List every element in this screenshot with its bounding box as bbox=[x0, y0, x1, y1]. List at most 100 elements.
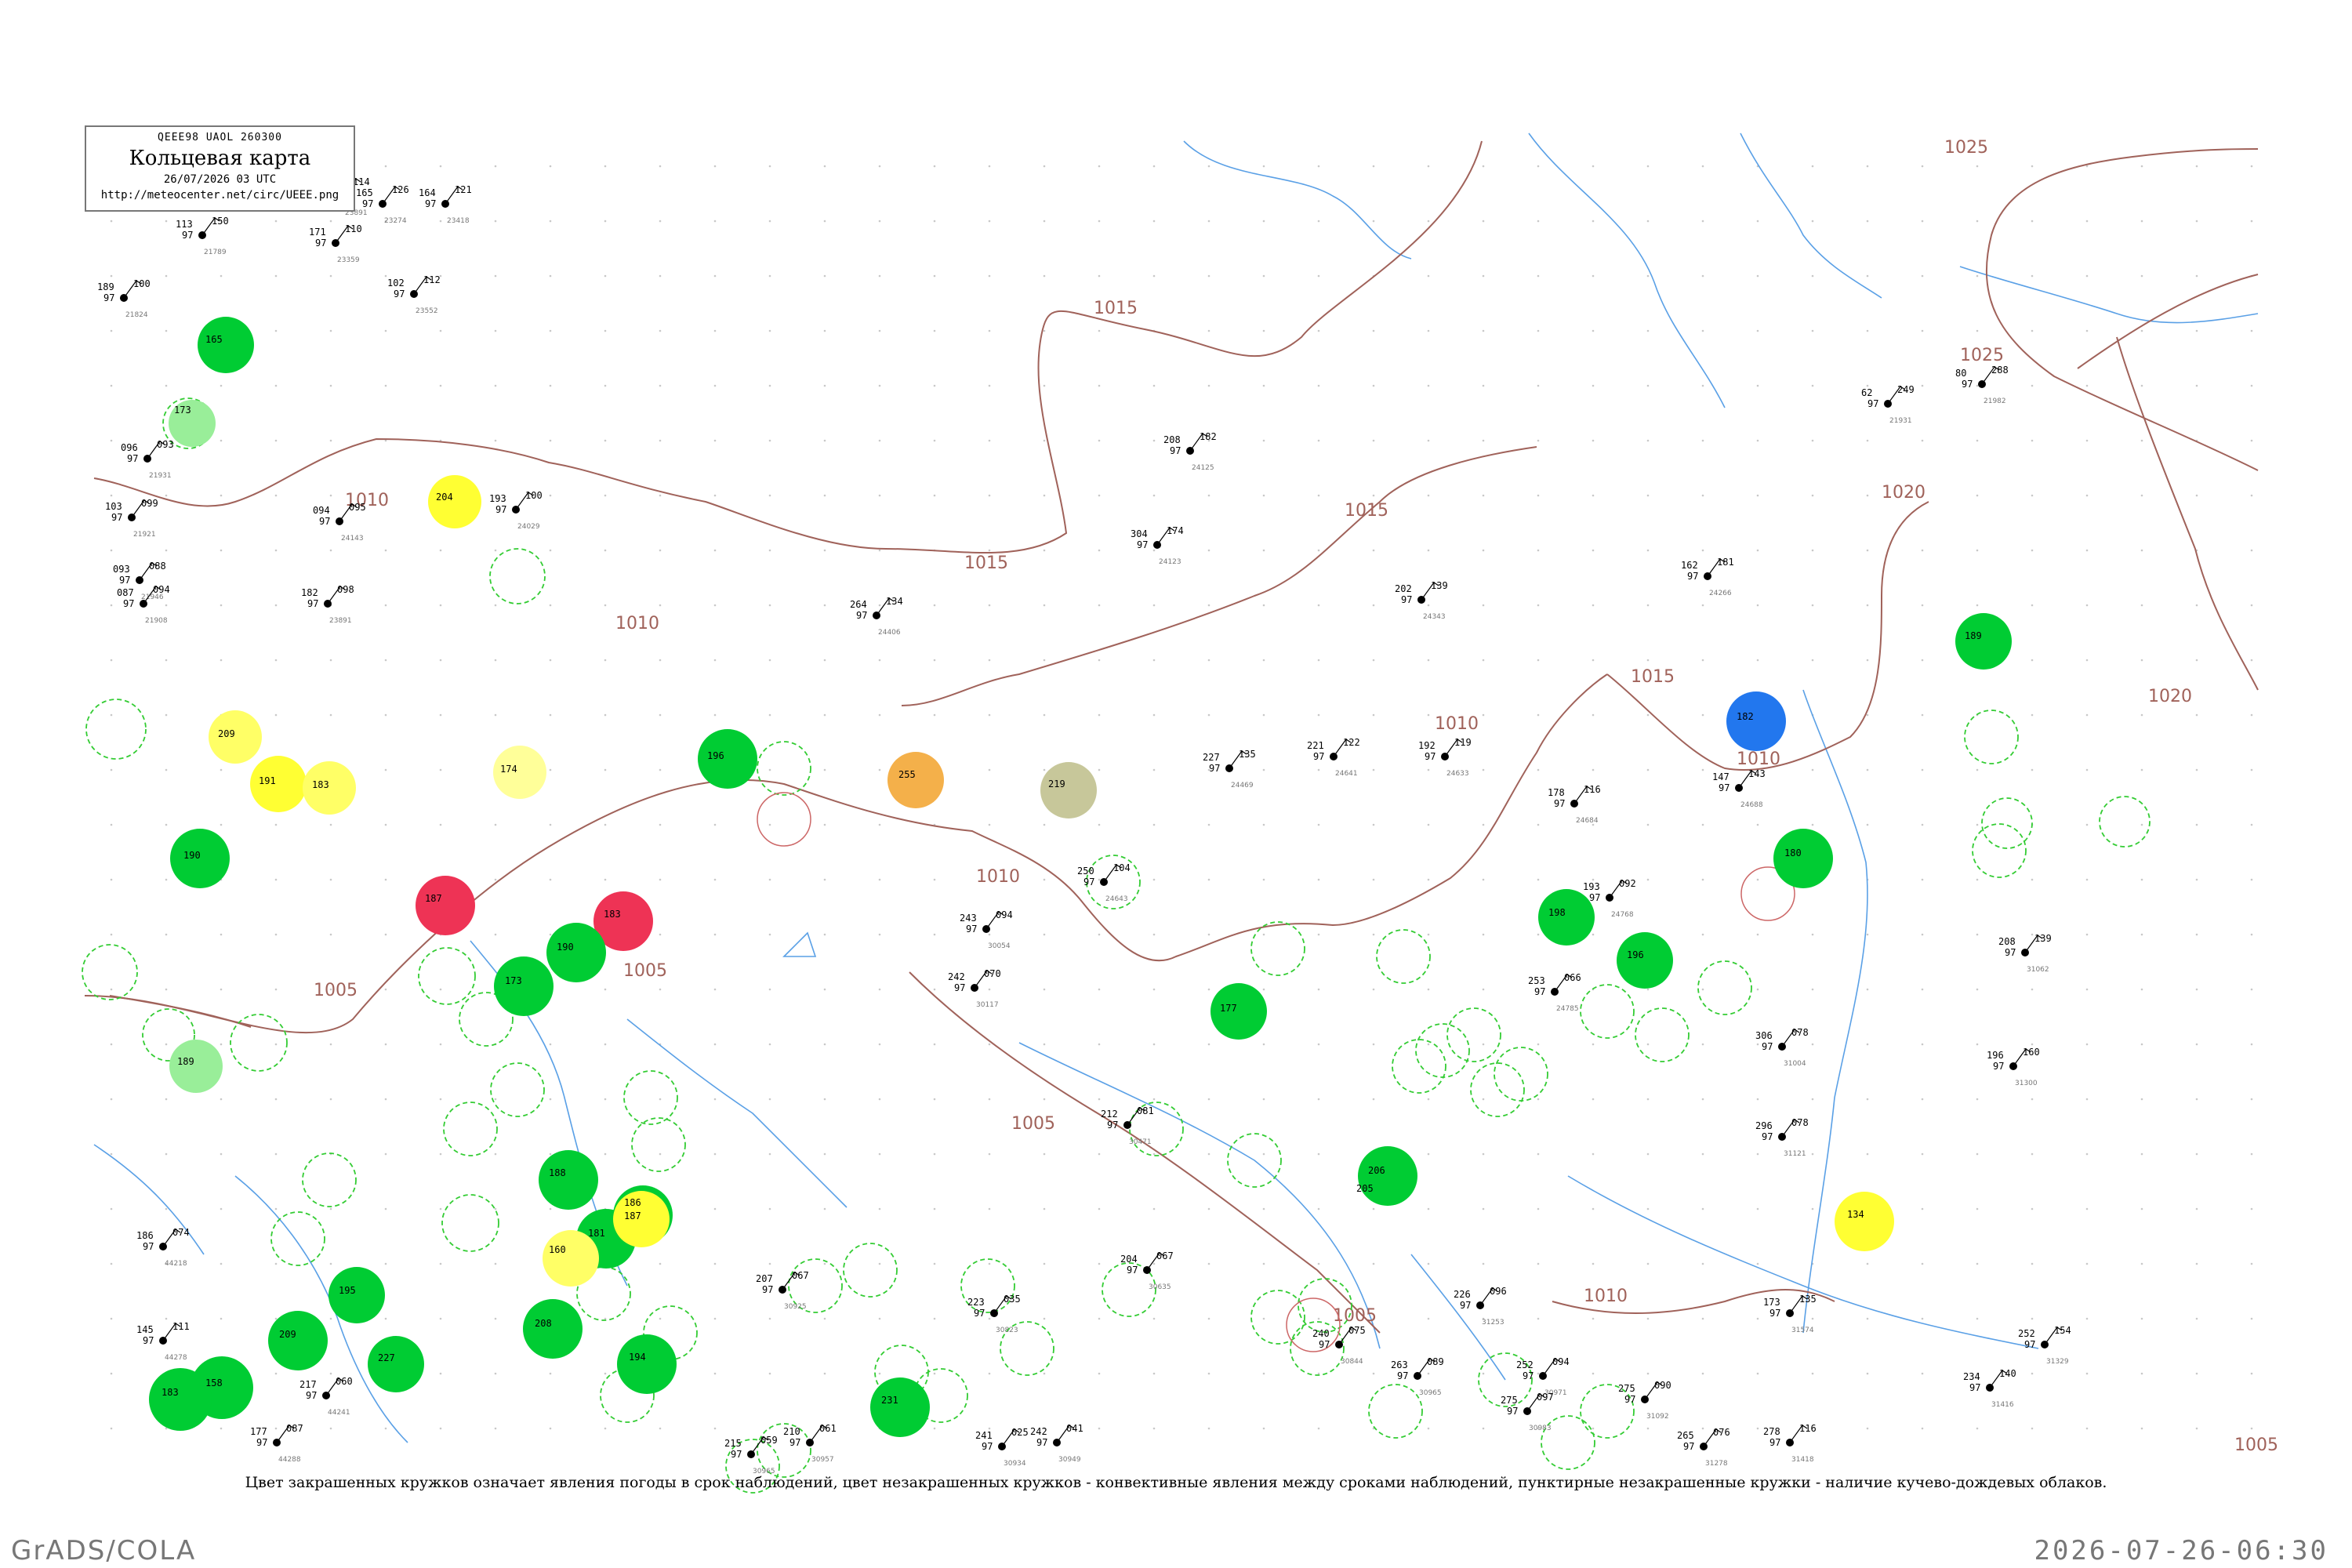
station-pressure: 094 bbox=[996, 909, 1013, 920]
station-dew: 97 bbox=[306, 1390, 317, 1401]
station-temp: 171 bbox=[309, 227, 326, 238]
marker bbox=[887, 752, 944, 808]
station-temp: 223 bbox=[967, 1297, 985, 1308]
station-temp: 264 bbox=[850, 599, 867, 610]
station-temp: 186 bbox=[136, 1230, 154, 1241]
station-pressure: 097 bbox=[1537, 1392, 1554, 1403]
station-dew: 97 bbox=[123, 598, 134, 609]
station-dew: 97 bbox=[1170, 445, 1181, 456]
marker bbox=[1835, 1192, 1894, 1251]
station-pressure: 114 bbox=[353, 176, 370, 187]
marker bbox=[1773, 829, 1833, 888]
station-index: 30934 bbox=[1004, 1460, 1026, 1468]
station-pressure: 090 bbox=[1654, 1380, 1671, 1391]
svg-text:194: 194 bbox=[629, 1352, 646, 1363]
svg-text:1020: 1020 bbox=[2148, 687, 2192, 706]
station-pressure: 059 bbox=[760, 1435, 778, 1446]
station-dew: 97 bbox=[1683, 1441, 1694, 1452]
station-dew: 97 bbox=[1036, 1437, 1047, 1448]
station-temp: 087 bbox=[117, 587, 134, 598]
station-pressure: 067 bbox=[1156, 1250, 1174, 1261]
station-index: 31121 bbox=[1784, 1150, 1806, 1158]
station-temp: 196 bbox=[1987, 1050, 2004, 1061]
station-dew: 97 bbox=[954, 982, 965, 993]
station-pressure: 111 bbox=[172, 1321, 190, 1332]
station-dew: 97 bbox=[1687, 571, 1698, 582]
station-temp: 263 bbox=[1391, 1359, 1408, 1370]
marker bbox=[546, 923, 606, 982]
station-pressure: 150 bbox=[212, 216, 229, 227]
station-temp: 275 bbox=[1501, 1395, 1518, 1406]
svg-text:160: 160 bbox=[549, 1244, 566, 1255]
map-title-box: QEEE98 UAOL 260300 Кольцевая карта 26/07… bbox=[85, 125, 355, 212]
station-dew: 97 bbox=[1719, 782, 1730, 793]
station-dew: 97 bbox=[1137, 539, 1148, 550]
station-index: 21908 bbox=[145, 617, 168, 625]
station-index: 24768 bbox=[1611, 911, 1634, 919]
station-pressure: 160 bbox=[2023, 1047, 2040, 1058]
station-pressure: 092 bbox=[1619, 878, 1636, 889]
station-temp: 80 bbox=[1955, 368, 1966, 379]
station-pressure: 089 bbox=[1427, 1356, 1444, 1367]
station-index: 31574 bbox=[1791, 1327, 1814, 1334]
station-temp: 210 bbox=[783, 1426, 800, 1437]
station-pressure: 181 bbox=[1717, 557, 1734, 568]
station-index: 21931 bbox=[1889, 417, 1912, 425]
station-index: 21931 bbox=[149, 472, 172, 480]
svg-text:1015: 1015 bbox=[964, 554, 1008, 573]
bulletin-codes: QEEE98 UAOL 260300 bbox=[158, 132, 282, 143]
station-dew: 97 bbox=[982, 1441, 993, 1452]
legend-caption: Цвет закрашенных кружков означает явлени… bbox=[245, 1474, 2107, 1491]
marker bbox=[209, 710, 262, 764]
station-index: 24143 bbox=[341, 535, 364, 543]
station-pressure: 119 bbox=[1454, 737, 1472, 748]
station-dew: 97 bbox=[1460, 1300, 1471, 1311]
marker bbox=[1210, 983, 1267, 1040]
station-temp: 240 bbox=[1312, 1328, 1330, 1339]
station-pressure: 140 bbox=[1999, 1368, 2016, 1379]
station-temp: 145 bbox=[136, 1324, 154, 1335]
station-temp: 182 bbox=[301, 587, 318, 598]
station-index: 30957 bbox=[811, 1456, 834, 1464]
svg-text:1015: 1015 bbox=[1094, 299, 1138, 318]
station-index: 31062 bbox=[2027, 966, 2049, 974]
station-index: 23274 bbox=[384, 217, 407, 225]
station-pressure: 075 bbox=[1348, 1325, 1366, 1336]
station-temp: 234 bbox=[1963, 1371, 1980, 1382]
marker bbox=[870, 1377, 930, 1437]
station-dew: 97 bbox=[1624, 1394, 1635, 1405]
marker bbox=[149, 1368, 212, 1431]
station-dew: 97 bbox=[1962, 379, 1973, 390]
svg-text:188: 188 bbox=[549, 1167, 566, 1178]
marker bbox=[268, 1311, 328, 1370]
station-dew: 97 bbox=[762, 1284, 773, 1295]
station-dew: 97 bbox=[1127, 1265, 1138, 1276]
station-temp: 207 bbox=[756, 1273, 773, 1284]
marker bbox=[1358, 1146, 1417, 1206]
station-dew: 97 bbox=[319, 516, 330, 527]
svg-text:189: 189 bbox=[177, 1056, 194, 1067]
svg-text:1005: 1005 bbox=[314, 981, 358, 1000]
svg-text:219: 219 bbox=[1048, 779, 1065, 789]
station-index: 21921 bbox=[133, 531, 156, 539]
svg-text:182: 182 bbox=[1737, 711, 1754, 722]
station-dew: 97 bbox=[143, 1241, 154, 1252]
station-temp: 265 bbox=[1677, 1430, 1694, 1441]
station-dew: 97 bbox=[256, 1437, 267, 1448]
station-dew: 97 bbox=[856, 610, 867, 621]
station-temp: 215 bbox=[724, 1438, 742, 1449]
svg-text:180: 180 bbox=[1784, 848, 1802, 858]
station-temp: 62 bbox=[1861, 387, 1872, 398]
source-url[interactable]: http://meteocenter.net/circ/UEEE.png bbox=[86, 189, 354, 201]
station-pressure: 094 bbox=[1552, 1356, 1570, 1367]
station-temp: 178 bbox=[1548, 787, 1565, 798]
station-dew: 97 bbox=[731, 1449, 742, 1460]
station-dew: 97 bbox=[966, 924, 977, 935]
station-temp: 278 bbox=[1763, 1426, 1780, 1437]
station-temp: 162 bbox=[1681, 560, 1698, 571]
station-dew: 97 bbox=[182, 230, 193, 241]
station-temp: 212 bbox=[1101, 1109, 1118, 1120]
marker bbox=[198, 317, 254, 373]
station-pressure: 104 bbox=[1113, 862, 1131, 873]
station-index: 30635 bbox=[1149, 1283, 1171, 1291]
